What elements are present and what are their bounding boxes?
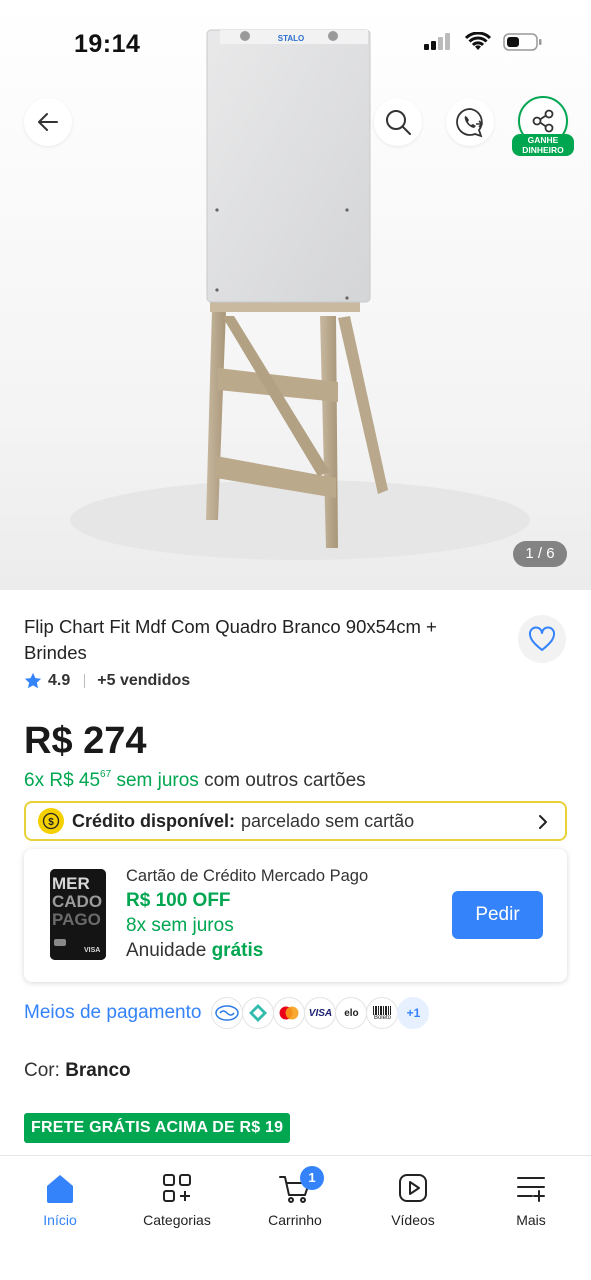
card-offer-title: Cartão de Crédito Mercado Pago xyxy=(126,867,369,885)
svg-text:PAGO: PAGO xyxy=(52,910,101,929)
nav-categories[interactable]: Categorias xyxy=(118,1168,236,1228)
chevron-right-icon xyxy=(539,815,547,829)
installments-no-interest: sem juros xyxy=(116,770,199,791)
earn-badge-line2: DINHEIRO xyxy=(522,144,564,155)
svg-text:$: $ xyxy=(48,817,54,828)
rating-row[interactable]: 4.9 +5 vendidos xyxy=(24,672,190,690)
more-payment-methods[interactable]: +1 xyxy=(397,997,430,1029)
search-icon xyxy=(386,110,411,135)
installments-suffix: com outros cartões xyxy=(204,770,366,791)
status-time: 19:14 xyxy=(74,30,141,58)
nav-home[interactable]: Início xyxy=(1,1168,119,1228)
pix-icon xyxy=(242,997,275,1029)
nav-more[interactable]: Mais xyxy=(472,1168,590,1228)
credit-description: parcelado sem cartão xyxy=(241,810,415,831)
star-icon xyxy=(24,672,42,689)
earn-money-badge[interactable]: GANHE DINHEIRO xyxy=(512,134,574,156)
bottom-navigation: Início Categorias 1 Carrinho Vídeos Mais xyxy=(0,1155,591,1280)
share-icon xyxy=(532,109,554,133)
svg-text:VISA: VISA xyxy=(84,947,100,954)
mercado-pago-icon xyxy=(211,997,244,1029)
boleto-label: Boleto xyxy=(373,1014,391,1021)
product-image-gallery[interactable]: STALO 19:14 GANHE DINHEIRO 1 / 6 xyxy=(0,0,591,590)
menu-more-icon xyxy=(517,1177,545,1202)
rating-value: 4.9 xyxy=(48,672,71,689)
favorite-button[interactable] xyxy=(518,615,566,663)
credit-card-image: MER CADO PAGO VISA xyxy=(50,869,106,960)
home-icon xyxy=(47,1175,73,1203)
free-shipping-badge: FRETE GRÁTIS ACIMA DE R$ 19 xyxy=(24,1113,291,1143)
card-offer-installments: 8x sem juros xyxy=(126,915,234,936)
heart-icon xyxy=(529,626,555,651)
request-card-button[interactable]: Pedir xyxy=(452,891,543,939)
product-page: STALO 19:14 GANHE DINHEIRO 1 / 6 Flip Ch… xyxy=(0,0,591,1280)
installments-info: 6x R$ 4567 sem juros com outros cartões xyxy=(24,768,366,792)
installments-cents: 67 xyxy=(100,768,112,780)
image-counter: 1 / 6 xyxy=(513,541,567,567)
nav-more-label: Mais xyxy=(516,1212,546,1228)
payment-methods-row[interactable]: Meios de pagamento VISA elo Boleto +1 xyxy=(24,996,430,1030)
categories-icon xyxy=(163,1174,191,1202)
nav-categories-label: Categorias xyxy=(143,1212,211,1228)
status-icons xyxy=(423,32,543,52)
installments-amount: 6x R$ 4567 sem juros xyxy=(24,768,199,791)
board-brand-text: STALO xyxy=(278,34,305,43)
svg-text:CADO: CADO xyxy=(52,892,102,911)
card-text-me: MER xyxy=(52,874,90,893)
color-selector[interactable]: Cor: Branco xyxy=(24,1060,131,1082)
boleto-icon: Boleto xyxy=(366,997,399,1029)
credit-label: Crédito disponível: xyxy=(72,810,236,831)
product-title: Flip Chart Fit Mdf Com Quadro Branco 90x… xyxy=(24,616,437,663)
wifi-icon xyxy=(465,32,491,50)
product-price: R$ 274 xyxy=(24,720,147,762)
rating-divider xyxy=(84,674,86,688)
back-button[interactable] xyxy=(24,98,72,146)
coin-icon: $ xyxy=(38,808,64,834)
nav-videos[interactable]: Vídeos xyxy=(354,1168,472,1228)
credit-available-banner[interactable]: $ Crédito disponível: parcelado sem cart… xyxy=(24,801,567,841)
nav-home-label: Início xyxy=(43,1212,77,1228)
card-offer-discount: R$ 100 OFF xyxy=(126,890,231,911)
color-value: Branco xyxy=(65,1060,131,1081)
card-offer-annual-fee: Anuidade grátis xyxy=(126,940,264,961)
color-label: Cor: xyxy=(24,1060,60,1081)
whatsapp-share-button[interactable] xyxy=(446,98,494,146)
visa-icon: VISA xyxy=(304,997,337,1029)
payment-methods-link[interactable]: Meios de pagamento xyxy=(24,1002,201,1024)
nav-videos-label: Vídeos xyxy=(391,1212,435,1228)
cart-count-badge: 1 xyxy=(300,1166,324,1190)
mastercard-icon xyxy=(273,997,306,1029)
product-photo: STALO xyxy=(0,0,591,590)
nav-cart-label: Carrinho xyxy=(268,1212,322,1228)
whatsapp-icon xyxy=(456,108,484,138)
mercado-pago-card-offer[interactable]: MER CADO PAGO VISA Cartão de Crédito Mer… xyxy=(24,849,567,982)
sold-count: +5 vendidos xyxy=(97,672,191,689)
nav-cart[interactable]: 1 Carrinho xyxy=(236,1166,354,1228)
elo-icon: elo xyxy=(335,997,368,1029)
video-icon xyxy=(399,1174,427,1202)
arrow-left-icon xyxy=(38,113,58,131)
search-button[interactable] xyxy=(374,98,422,146)
signal-icon xyxy=(424,33,450,50)
battery-icon xyxy=(503,33,542,51)
